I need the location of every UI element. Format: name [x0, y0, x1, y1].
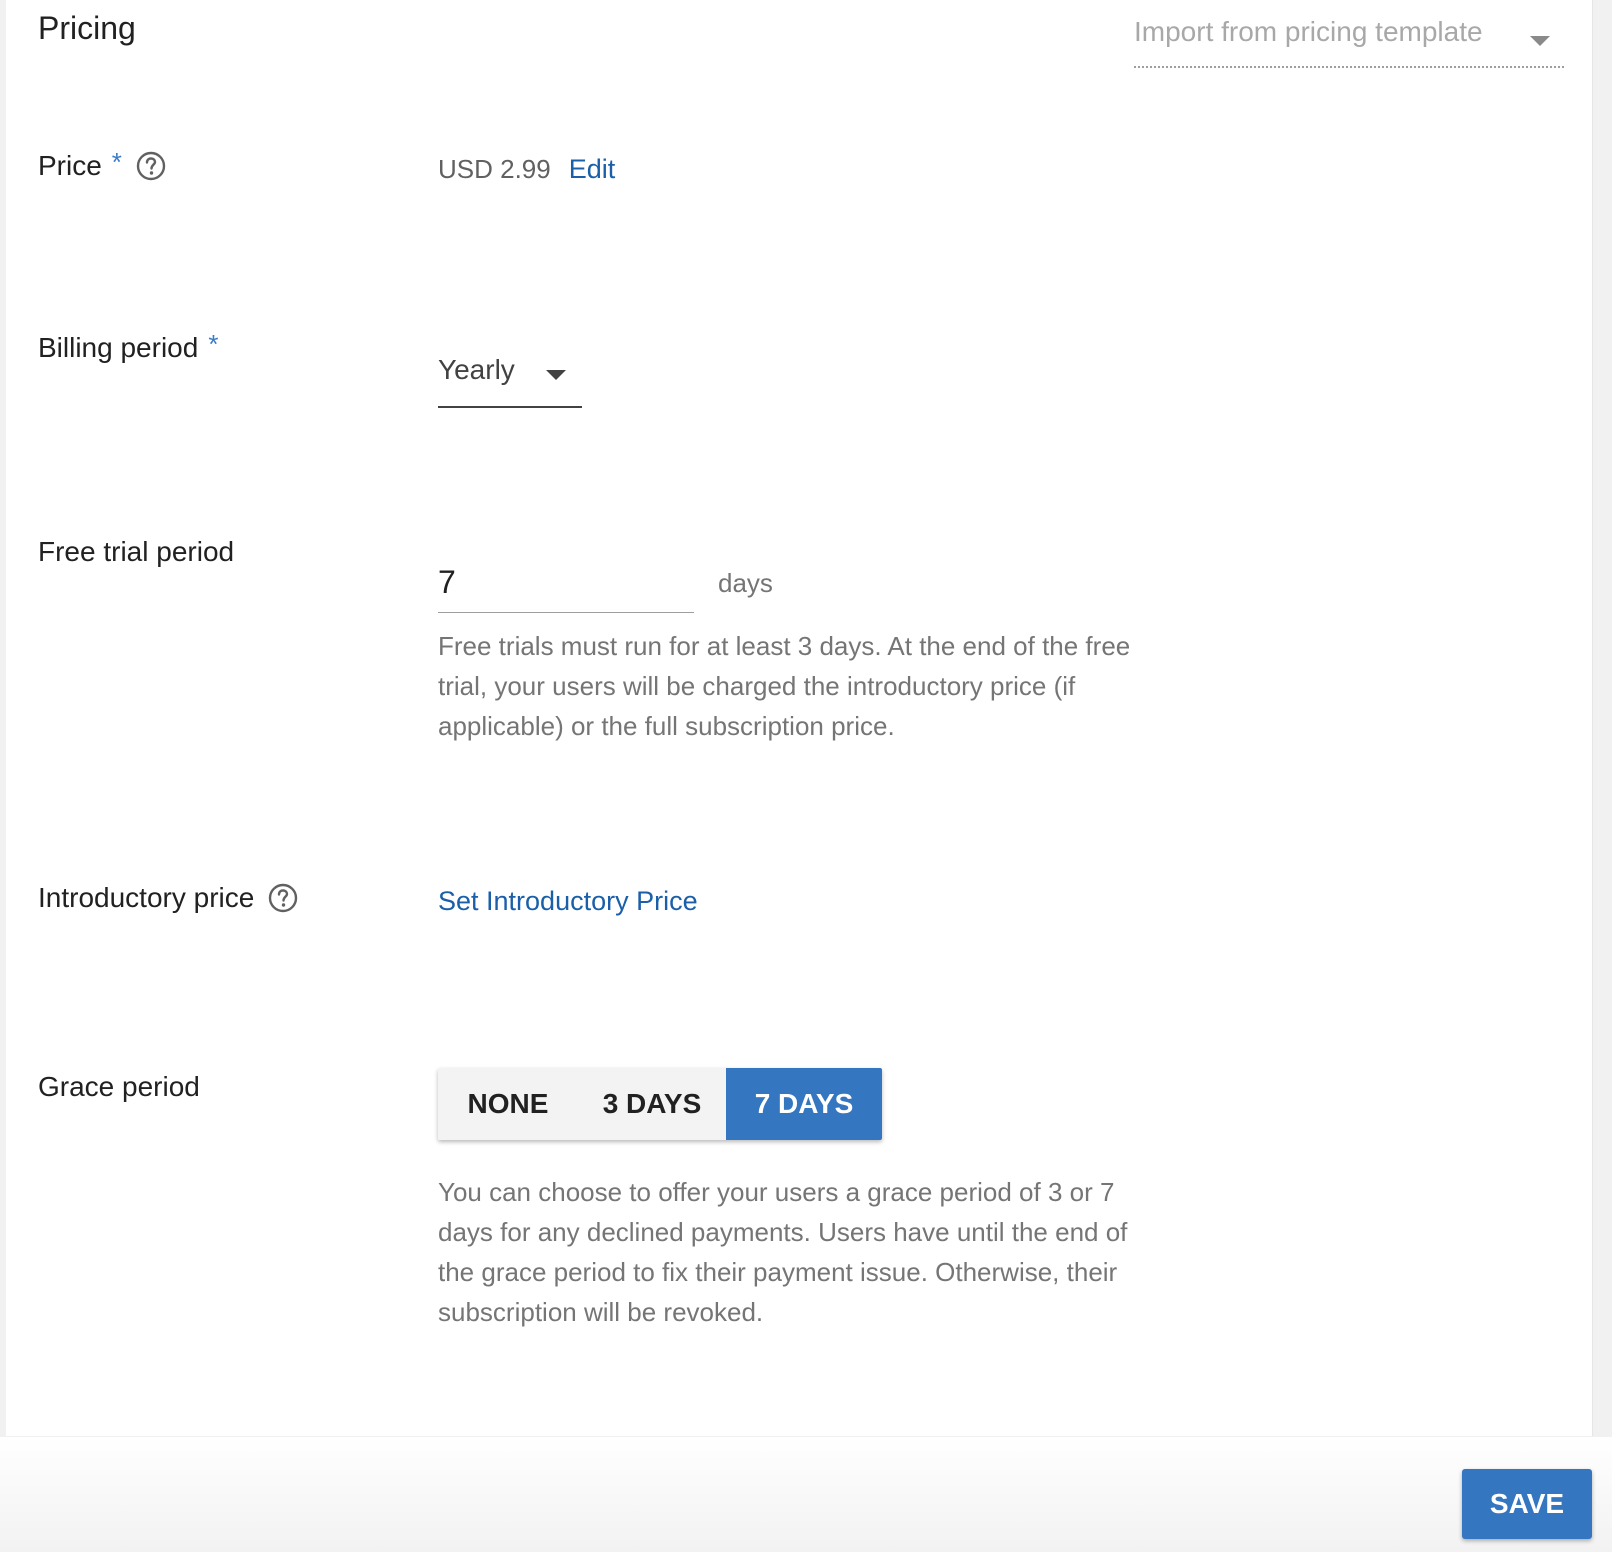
- chevron-down-icon: [546, 370, 566, 380]
- set-introductory-price-link[interactable]: Set Introductory Price: [438, 886, 698, 916]
- grace-period-option-3-days[interactable]: 3 DAYS: [578, 1068, 726, 1140]
- price-value-area: USD 2.99 Edit: [438, 154, 615, 185]
- required-asterisk: *: [208, 329, 219, 359]
- pricing-template-select[interactable]: Import from pricing template: [1134, 12, 1564, 68]
- free-trial-input[interactable]: [438, 552, 694, 613]
- pricing-template-placeholder: Import from pricing template: [1134, 16, 1483, 47]
- grace-period-option-none[interactable]: NONE: [438, 1068, 578, 1140]
- price-value: USD 2.99: [438, 154, 551, 184]
- help-circle-icon[interactable]: [268, 883, 298, 913]
- edit-price-link[interactable]: Edit: [569, 154, 616, 184]
- introductory-price-label: Introductory price: [38, 882, 298, 915]
- billing-period-value: Yearly: [438, 354, 515, 385]
- help-circle-icon[interactable]: [136, 151, 166, 181]
- introductory-price-label-text: Introductory price: [38, 882, 255, 913]
- price-label: Price *: [38, 147, 166, 183]
- pricing-page: Pricing Import from pricing template Pri…: [0, 0, 1612, 1552]
- billing-period-label-text: Billing period: [38, 332, 199, 363]
- save-button[interactable]: SAVE: [1462, 1469, 1592, 1539]
- free-trial-label: Free trial period: [38, 536, 235, 567]
- free-trial-days-suffix: days: [718, 568, 773, 598]
- grace-period-option-7-days[interactable]: 7 DAYS: [726, 1068, 882, 1140]
- section-title: Pricing: [38, 10, 136, 46]
- price-label-text: Price: [38, 150, 102, 181]
- required-asterisk: *: [111, 147, 122, 177]
- pricing-card: Pricing Import from pricing template Pri…: [6, 0, 1593, 1436]
- free-trial-helper-text: Free trials must run for at least 3 days…: [438, 631, 1131, 741]
- billing-period-label: Billing period *: [38, 329, 219, 364]
- footer-bar: [0, 1437, 1612, 1552]
- chevron-down-icon: [1530, 36, 1550, 46]
- introductory-price-value-area: Set Introductory Price: [438, 886, 698, 917]
- billing-period-select[interactable]: Yearly: [438, 342, 582, 408]
- grace-period-helper-text: You can choose to offer your users a gra…: [438, 1177, 1128, 1327]
- grace-period-label: Grace period: [38, 1071, 200, 1102]
- grace-period-toggle-group: NONE 3 DAYS 7 DAYS: [438, 1068, 882, 1140]
